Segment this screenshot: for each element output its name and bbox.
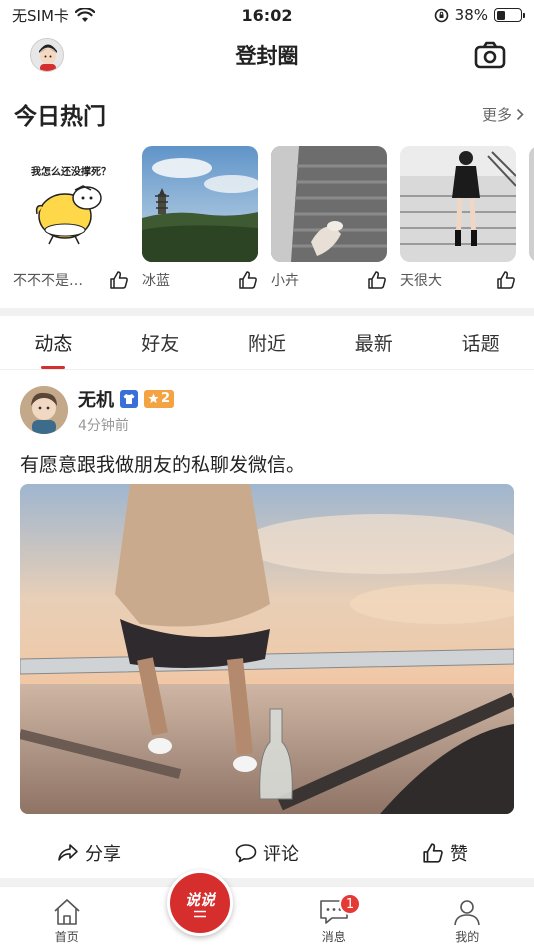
thumbs-up-icon[interactable] <box>496 270 516 290</box>
hot-thumbnail <box>529 146 534 262</box>
hot-card[interactable] <box>529 146 534 262</box>
tab-latest[interactable]: 最新 <box>320 318 427 369</box>
hot-thumbnail <box>142 146 258 262</box>
comment-label: 评论 <box>263 844 299 865</box>
hot-thumbnail <box>271 146 387 262</box>
user-avatar[interactable] <box>30 38 64 72</box>
tabbar-home[interactable]: 首页 <box>0 887 134 950</box>
thumbs-up-icon[interactable] <box>238 270 258 290</box>
tabbar-me-label: 我的 <box>455 930 480 944</box>
hot-card-name: 小卉 <box>271 273 299 289</box>
tabbar-messages-label: 消息 <box>321 930 346 944</box>
more-label: 更多 <box>481 105 512 124</box>
section-divider <box>0 308 534 316</box>
battery-percent: 38% <box>454 6 488 24</box>
hot-card-name: 不不不是… <box>13 273 83 289</box>
hot-thumbnail <box>400 146 516 262</box>
post-text: 有愿意跟我做朋友的私聊发微信。 <box>20 454 306 476</box>
chevron-right-icon <box>516 108 524 120</box>
camera-icon[interactable] <box>474 40 506 70</box>
hot-card[interactable]: 天很大 <box>400 146 516 292</box>
vip-shirt-icon <box>120 389 138 408</box>
new-post-button[interactable]: 说说 <box>167 870 233 936</box>
thumbs-up-icon[interactable] <box>109 270 129 290</box>
battery-icon <box>494 8 525 22</box>
nav-bar: 登封圈 <box>0 30 534 80</box>
level-badge: 2 <box>144 389 175 408</box>
star-icon <box>148 393 159 404</box>
tab-dynamic[interactable]: 动态 <box>0 318 107 369</box>
share-button[interactable]: 分享 <box>0 834 178 872</box>
post-username[interactable]: 无机 <box>78 386 114 412</box>
thumbs-up-icon[interactable] <box>367 270 387 290</box>
comment-button[interactable]: 评论 <box>178 834 356 872</box>
share-icon <box>58 844 78 861</box>
post-image[interactable] <box>20 484 514 814</box>
message-count-badge: 1 <box>339 893 361 915</box>
post-avatar[interactable] <box>20 386 68 434</box>
tab-nearby[interactable]: 附近 <box>214 318 321 369</box>
thumbs-up-icon <box>423 843 443 863</box>
hot-section-title: 今日热门 <box>14 104 106 130</box>
post-timestamp: 4分钟前 <box>78 417 129 434</box>
tabbar-home-label: 首页 <box>54 930 79 944</box>
menu-lines-icon <box>194 910 206 917</box>
feed-tabs: 动态 好友 附近 最新 话题 <box>0 318 534 370</box>
orientation-lock-icon <box>434 8 448 22</box>
hot-list: 我怎么还没撑死？ 不不不是… 冰蓝 小卉 天很大 <box>13 146 534 296</box>
home-icon <box>54 899 80 925</box>
comment-icon <box>235 844 257 863</box>
status-bar: 无SIM卡 16:02 38% <box>0 0 534 30</box>
hot-card-name: 天很大 <box>400 273 442 289</box>
like-button[interactable]: 赞 <box>356 834 534 872</box>
tabbar-messages[interactable]: 消息 1 <box>267 887 401 950</box>
hot-card[interactable]: 冰蓝 <box>142 146 258 292</box>
more-link[interactable]: 更多 <box>482 104 524 125</box>
user-icon <box>454 900 481 926</box>
hot-card-name: 冰蓝 <box>142 273 170 289</box>
hot-card[interactable]: 小卉 <box>271 146 387 292</box>
post-header: 无机 2 4分钟前 <box>20 384 514 436</box>
share-label: 分享 <box>85 844 121 865</box>
carrier-label: 无SIM卡 <box>12 6 69 25</box>
post-actions: 分享 评论 赞 <box>0 834 534 872</box>
section-divider <box>0 878 534 886</box>
hot-card[interactable]: 我怎么还没撑死？ 不不不是… <box>13 146 129 292</box>
wifi-icon <box>74 7 95 22</box>
level-value: 2 <box>161 391 171 406</box>
tab-topics[interactable]: 话题 <box>427 318 534 369</box>
bottom-tab-bar: 首页 消息 1 我的 <box>0 886 534 950</box>
hot-thumbnail: 我怎么还没撑死？ <box>13 146 129 262</box>
new-post-label: 说说 <box>184 890 215 909</box>
hot-section-header: 今日热门 更多 <box>14 96 524 132</box>
page-title: 登封圈 <box>235 44 299 68</box>
tab-friends[interactable]: 好友 <box>107 318 214 369</box>
tabbar-me[interactable]: 我的 <box>401 887 534 950</box>
like-label: 赞 <box>450 844 468 865</box>
